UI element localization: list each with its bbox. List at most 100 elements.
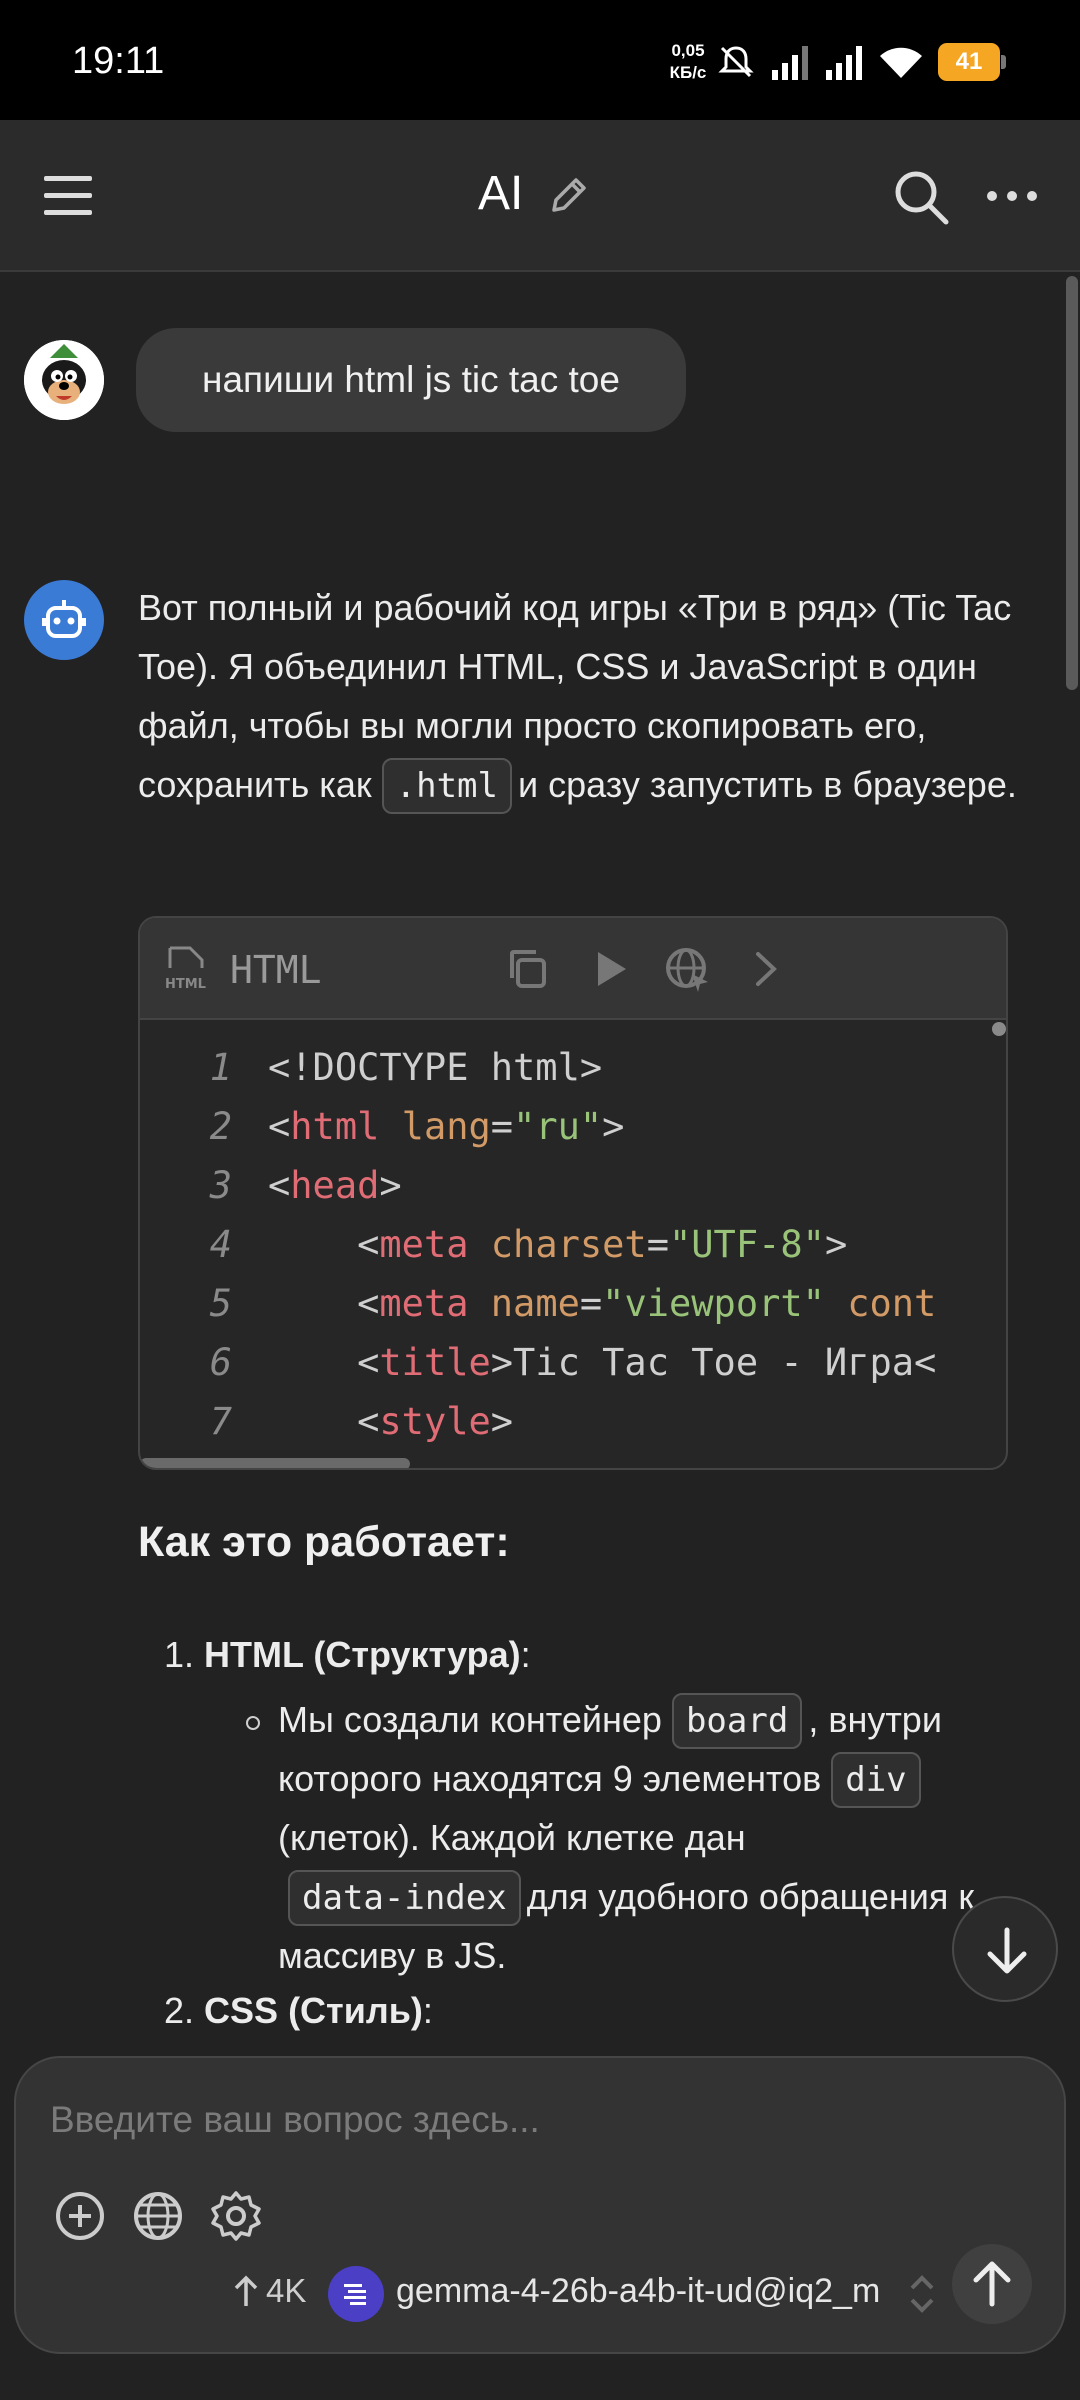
message-input[interactable]	[50, 2094, 1030, 2146]
arrow-up-icon	[234, 2275, 258, 2306]
code-line: 7 <style>	[140, 1392, 1006, 1451]
scroll-to-bottom-button[interactable]	[952, 1896, 1058, 2002]
code-token: =	[490, 1105, 514, 1148]
code-token: >	[490, 1400, 514, 1443]
code-token: >	[824, 1223, 848, 1266]
code-vertical-scroll-indicator	[992, 1022, 1006, 1036]
code-content: <meta name="viewport" cont	[268, 1274, 936, 1333]
code-block-header: HTML HTML	[140, 918, 1006, 1020]
send-button[interactable]	[952, 2244, 1032, 2324]
status-bar: 19:11 0,05 КБ/с 41	[0, 0, 1080, 120]
code-token: name	[490, 1282, 580, 1325]
web-search-icon[interactable]	[130, 2188, 186, 2244]
code-token: "UTF-8"	[669, 1223, 825, 1266]
chevron-up-down-icon[interactable]	[900, 2264, 944, 2324]
edit-title-icon[interactable]	[544, 172, 592, 220]
battery-icon: 41	[938, 43, 1006, 81]
assistant-intro: Вот полный и рабочий код игры «Три в ряд…	[138, 578, 1018, 814]
code-token: <	[268, 1341, 380, 1384]
code-token: style	[379, 1400, 491, 1443]
code-token: <	[268, 1223, 380, 1266]
model-logo-icon	[344, 2284, 366, 2305]
code-token: <	[268, 1400, 380, 1443]
search-icon[interactable]	[890, 166, 954, 230]
html-file-icon: HTML	[165, 946, 206, 992]
status-time: 19:11	[72, 40, 165, 82]
copy-icon[interactable]	[502, 944, 552, 994]
code-token: charset	[490, 1223, 647, 1266]
code-token: <	[268, 1282, 380, 1325]
chat-scrollbar-thumb[interactable]	[1066, 276, 1078, 690]
line-number: 4	[209, 1223, 232, 1266]
code-content: <!DOCTYPE html>	[268, 1038, 602, 1097]
user-avatar-image	[24, 340, 104, 420]
code-content: <head>	[268, 1156, 402, 1215]
code-token: <	[268, 1105, 291, 1148]
code-body[interactable]: 1 <!DOCTYPE html> 2 <html lang="ru"> 3 <head>…	[140, 1022, 1006, 1468]
line-number: 1	[209, 1046, 232, 1089]
line-number: 3	[209, 1164, 232, 1207]
inline-code: data-index	[288, 1870, 521, 1926]
expand-icon[interactable]	[740, 944, 790, 994]
inline-code: board	[671, 1693, 803, 1749]
robot-icon	[42, 600, 86, 638]
code-token: meta	[379, 1282, 469, 1325]
code-token: "ru"	[513, 1105, 603, 1148]
network-speed: 0,05 КБ/с	[669, 41, 707, 82]
code-token: lang	[401, 1105, 491, 1148]
line-number: 5	[209, 1282, 232, 1325]
menu-icon[interactable]	[38, 168, 98, 224]
code-line: 2 <html lang="ru">	[140, 1097, 1006, 1156]
more-options-icon[interactable]	[980, 168, 1044, 224]
page-title[interactable]: AI	[478, 166, 523, 221]
list-item: 1. HTML (Структура):	[164, 1634, 531, 1675]
context-size[interactable]: 4K	[232, 2272, 306, 2310]
signal-1-icon	[772, 46, 808, 80]
bell-muted-icon	[718, 46, 754, 78]
list-sub-item: Мы создали контейнер board, внутри которо…	[278, 1690, 978, 1985]
composer: 4K gemma-4-26b-a4b-it-ud@iq2_m	[14, 2056, 1066, 2354]
code-token: =	[579, 1282, 603, 1325]
assistant-avatar	[24, 580, 104, 660]
user-message[interactable]: напиши html js tic tac toe	[136, 328, 686, 432]
code-block: HTML HTML 1 <!DOCTYPE html> 2 <html lang="r…	[138, 916, 1008, 1470]
code-token: html	[290, 1105, 380, 1148]
code-content: <style>	[268, 1392, 513, 1451]
code-token: >	[379, 1164, 402, 1207]
section-heading: Как это работает:	[138, 1518, 510, 1566]
inline-code: div	[831, 1752, 921, 1808]
code-line: 1 <!DOCTYPE html>	[140, 1038, 1006, 1097]
code-token: >	[602, 1105, 625, 1148]
code-token: =	[646, 1223, 669, 1266]
line-number: 6	[209, 1341, 232, 1384]
list-item: 2. CSS (Стиль):	[164, 1990, 433, 2031]
web-preview-icon[interactable]	[662, 944, 712, 994]
add-attachment-icon[interactable]	[52, 2188, 108, 2244]
line-number: 7	[209, 1400, 232, 1443]
code-line: 6 <title>Tic Tac Toe - Игра<	[140, 1333, 1006, 1392]
line-number: 2	[209, 1105, 232, 1148]
code-token: meta	[379, 1223, 469, 1266]
run-icon[interactable]	[584, 944, 634, 994]
app-bar: AI	[0, 120, 1080, 272]
signal-2-icon	[826, 46, 862, 80]
code-token: "viewport"	[602, 1282, 825, 1325]
svg-text:HTML: HTML	[165, 977, 206, 992]
send-arrow-icon	[973, 2261, 1011, 2307]
code-language-label: HTML	[230, 948, 322, 992]
status-icons: 41	[716, 40, 1006, 84]
code-line: 4 <meta charset="UTF-8">	[140, 1215, 1006, 1274]
settings-icon[interactable]	[208, 2188, 264, 2244]
code-horizontal-scrollbar[interactable]	[140, 1458, 410, 1468]
model-selector[interactable]: gemma-4-26b-a4b-it-ud@iq2_m	[396, 2272, 880, 2311]
code-token: >Tic Tac Toe - Игра<	[490, 1341, 937, 1384]
code-line: 3 <head>	[140, 1156, 1006, 1215]
code-token: title	[379, 1341, 491, 1384]
code-line: 5 <meta name="viewport" cont	[140, 1274, 1006, 1333]
inline-code: .html	[381, 758, 512, 814]
code-content: <title>Tic Tac Toe - Игра<	[268, 1333, 936, 1392]
model-icon	[328, 2266, 384, 2322]
